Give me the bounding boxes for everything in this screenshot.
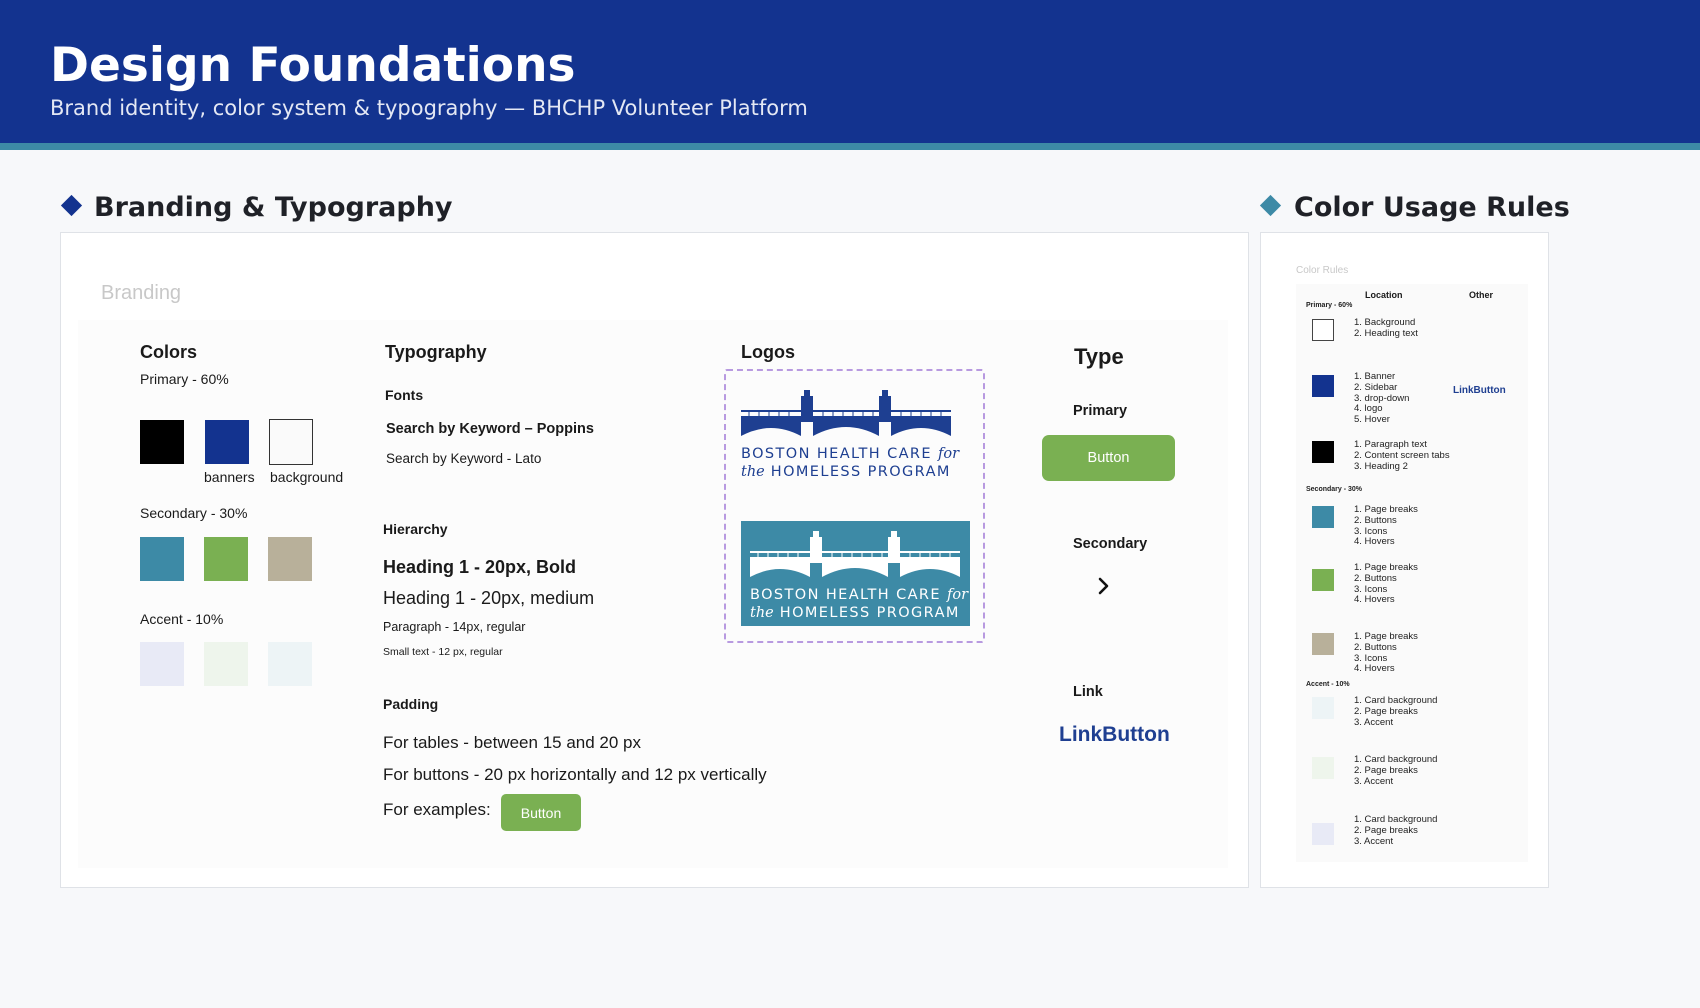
chevron-right-icon[interactable] <box>1096 576 1112 596</box>
logo-navy: BOSTON HEALTH CARE for the HOMELESS PROG… <box>741 390 970 494</box>
type-primary-label: Primary <box>1073 403 1128 419</box>
type-secondary-label: Secondary <box>1073 536 1148 552</box>
rule-items-teal: 1. Page breaks 2. Buttons 3. Icons 4. Hover… <box>1354 504 1418 548</box>
diamond-icon <box>60 194 83 217</box>
accent-swatch-lavender <box>140 642 184 686</box>
hierarchy-h1-bold: Heading 1 - 20px, Bold <box>383 557 577 577</box>
rule-swatch-lavender <box>1312 823 1334 845</box>
rule-swatch-teal <box>1312 506 1334 528</box>
column-header-other: Other <box>1469 290 1494 300</box>
accent-swatch-mint <box>204 642 248 686</box>
section-title-branding: Branding & Typography <box>94 192 453 223</box>
primary-swatch-black <box>140 420 184 464</box>
rule-items-green: 1. Page breaks 2. Buttons 3. Icons 4. Hover… <box>1354 562 1418 606</box>
rule-items-taupe: 1. Page breaks 2. Buttons 3. Icons 4. Hover… <box>1354 631 1418 675</box>
padding-buttons: For buttons - 20 px horizontally and 12 … <box>383 765 767 784</box>
page-header: Design Foundations Brand identity, color… <box>0 0 1700 150</box>
page-subtitle: Brand identity, color system & typograph… <box>50 96 808 120</box>
branding-frame-label: Branding <box>101 282 182 304</box>
rule-items-navy: 1. Banner 2. Sidebar 3. drop-down 4. logo 5.… <box>1354 371 1410 426</box>
column-header-location: Location <box>1365 290 1403 300</box>
example-button[interactable]: Button <box>501 794 581 831</box>
bridge-icon <box>741 390 951 436</box>
primary-swatch-background <box>269 419 313 465</box>
logos-heading: Logos <box>741 342 795 362</box>
rule-swatch-navy <box>1312 375 1334 397</box>
group-label-accent: Accent - 10% <box>1306 681 1350 688</box>
logo-text-line2: the HOMELESS PROGRAM <box>750 605 960 621</box>
typography-heading: Typography <box>385 342 487 362</box>
rule-swatch-taupe <box>1312 633 1334 655</box>
secondary-label: Secondary - 30% <box>140 505 248 521</box>
secondary-swatch-teal <box>140 537 184 581</box>
primary-button[interactable]: Button <box>1042 435 1175 481</box>
rule-items-mint: 1. Card background 2. Page breaks 3. Accen… <box>1354 754 1438 787</box>
font-lato: Search by Keyword - Lato <box>386 451 542 466</box>
section-title-color-rules: Color Usage Rules <box>1294 192 1570 223</box>
header-accent-bar <box>0 143 1700 150</box>
padding-tables: For tables - between 15 and 20 px <box>383 733 641 752</box>
fonts-label: Fonts <box>385 387 424 403</box>
secondary-swatch-taupe <box>268 537 312 581</box>
rule-items-black: 1. Paragraph text 2. Content screen tabs 3… <box>1354 439 1450 472</box>
hierarchy-h1-medium: Heading 1 - 20px, medium <box>383 588 595 608</box>
logo-text-line1: BOSTON HEALTH CARE for <box>741 446 959 462</box>
branding-frame <box>78 320 1228 868</box>
hierarchy-small: Small text - 12 px, regular <box>383 646 503 658</box>
accent-swatch-ice <box>268 642 312 686</box>
logo-text-line2: the HOMELESS PROGRAM <box>741 464 951 480</box>
logo-text-line1: BOSTON HEALTH CARE for <box>750 587 968 603</box>
color-rules-frame-label: Color Rules <box>1296 265 1349 276</box>
rule-swatch-mint <box>1312 757 1334 779</box>
hierarchy-paragraph: Paragraph - 14px, regular <box>383 620 526 634</box>
rule-swatch-ice <box>1312 697 1334 719</box>
swatch-caption: banners <box>204 469 255 485</box>
rule-items-white: 1. Background 2. Heading text <box>1354 317 1418 339</box>
link-button[interactable]: LinkButton <box>1059 723 1170 747</box>
rule-items-ice: 1. Card background 2. Page breaks 3. Accen… <box>1354 695 1438 728</box>
primary-label: Primary - 60% <box>140 371 229 387</box>
rule-other-linkbutton[interactable]: LinkButton <box>1453 385 1506 396</box>
hierarchy-label: Hierarchy <box>383 521 448 537</box>
bridge-icon <box>750 531 960 577</box>
group-label-secondary: Secondary - 30% <box>1306 486 1363 493</box>
swatch-caption: background <box>270 469 344 485</box>
padding-examples-label: For examples: <box>383 800 491 819</box>
font-poppins: Search by Keyword – Poppins <box>386 421 594 437</box>
diamond-icon <box>1259 194 1282 217</box>
rule-swatch-white <box>1312 319 1334 341</box>
accent-label: Accent - 10% <box>140 611 224 627</box>
type-heading: Type <box>1074 344 1124 369</box>
logo-teal: BOSTON HEALTH CARE for the HOMELESS PROG… <box>750 531 979 635</box>
colors-heading: Colors <box>140 342 198 362</box>
secondary-swatch-green <box>204 537 248 581</box>
rule-items-lavender: 1. Card background 2. Page breaks 3. Accen… <box>1354 814 1438 847</box>
rule-swatch-green <box>1312 569 1334 591</box>
type-link-label: Link <box>1073 684 1103 700</box>
page-title: Design Foundations <box>50 38 576 93</box>
group-label-primary: Primary - 60% <box>1306 302 1353 309</box>
rule-swatch-black <box>1312 441 1334 463</box>
padding-label: Padding <box>383 696 439 712</box>
primary-swatch-navy <box>205 420 249 464</box>
